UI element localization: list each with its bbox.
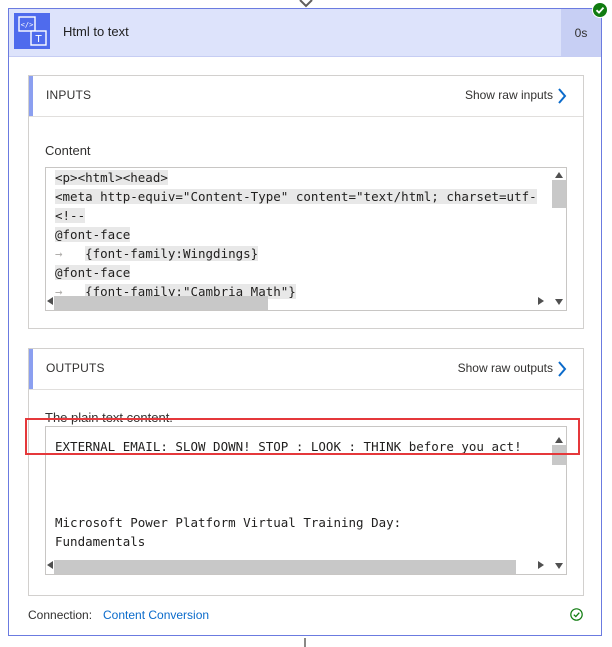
scroll-up-icon[interactable]: [555, 172, 563, 178]
outputs-panel: OUTPUTS Show raw outputs The plain text …: [28, 348, 584, 596]
scroll-down-icon[interactable]: [555, 299, 563, 305]
html-to-text-icon: </> T: [14, 13, 50, 49]
tab-arrow-icon: →: [55, 246, 86, 261]
svg-text:T: T: [34, 34, 42, 45]
scroll-down-icon[interactable]: [555, 563, 563, 569]
show-raw-outputs-link[interactable]: Show raw outputs: [458, 361, 553, 375]
output-line: Fundamentals: [55, 534, 146, 549]
show-raw-inputs-link[interactable]: Show raw inputs: [465, 88, 553, 102]
plain-text-label: The plain text content.: [45, 410, 173, 425]
svg-text:</>: </>: [21, 21, 34, 29]
scroll-up-icon[interactable]: [555, 437, 563, 443]
connection-label: Connection:: [28, 608, 93, 622]
horizontal-scroll-thumb[interactable]: [54, 296, 268, 310]
horizontal-scroll-thumb[interactable]: [54, 560, 516, 574]
outputs-header: OUTPUTS Show raw outputs: [29, 349, 583, 390]
chevron-right-icon[interactable]: [557, 88, 567, 104]
action-header[interactable]: </> T Html to text 0s: [9, 9, 601, 57]
code-line: {font-family:Wingdings}: [85, 246, 259, 261]
code-line: @font-face: [55, 227, 131, 242]
vertical-scroll-thumb[interactable]: [552, 445, 566, 465]
content-label: Content: [45, 143, 91, 158]
code-line: <p><html><head>: [55, 170, 168, 185]
action-card: </> T Html to text 0s INPUTS Show raw in…: [8, 8, 602, 636]
scroll-left-icon[interactable]: [47, 297, 53, 305]
connection-ok-icon: [570, 608, 583, 621]
scroll-left-icon[interactable]: [47, 561, 53, 569]
vertical-scrollbar[interactable]: [552, 427, 566, 574]
output-line: Microsoft Power Platform Virtual Trainin…: [55, 515, 402, 530]
inputs-header: INPUTS Show raw inputs: [29, 76, 583, 117]
inputs-panel: INPUTS Show raw inputs Content <p><html>…: [28, 75, 584, 329]
action-title: Html to text: [63, 24, 129, 39]
scroll-right-icon[interactable]: [538, 297, 544, 305]
connection-link[interactable]: Content Conversion: [103, 608, 209, 622]
vertical-scrollbar[interactable]: [552, 168, 566, 310]
code-line: <meta http-equiv="Content-Type" content=…: [55, 189, 537, 204]
chevron-right-icon[interactable]: [557, 361, 567, 377]
code-line: @font-face: [55, 265, 131, 280]
inputs-label: INPUTS: [46, 88, 92, 102]
code-line: <!--: [55, 208, 86, 223]
content-textbox[interactable]: <p><html><head> <meta http-equiv="Conten…: [45, 167, 567, 311]
inputs-accent-bar: [29, 76, 33, 116]
outgoing-connector-line: [304, 638, 306, 647]
incoming-connector-arrow: [299, 0, 313, 8]
outputs-accent-bar: [29, 349, 33, 389]
output-line: EXTERNAL EMAIL: SLOW DOWN! STOP : LOOK :…: [55, 439, 522, 454]
outputs-label: OUTPUTS: [46, 361, 105, 375]
vertical-scroll-thumb[interactable]: [552, 180, 566, 208]
plain-text-textbox[interactable]: EXTERNAL EMAIL: SLOW DOWN! STOP : LOOK :…: [45, 426, 567, 575]
scroll-right-icon[interactable]: [538, 561, 544, 569]
success-check-icon: [592, 2, 608, 18]
